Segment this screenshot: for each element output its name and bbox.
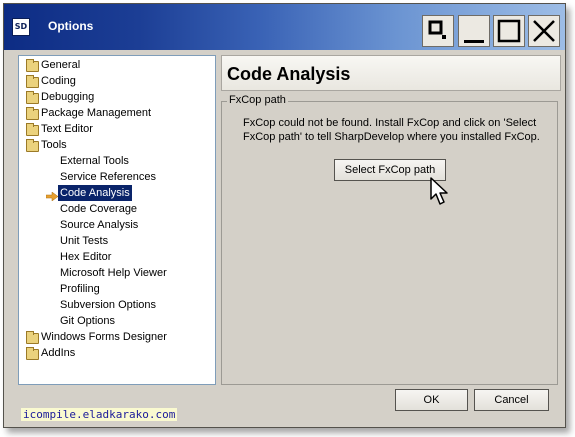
folder-icon: [26, 331, 39, 344]
tree-item-debugging[interactable]: Debugging: [39, 89, 96, 105]
tree-item-hex-editor[interactable]: Hex Editor: [58, 249, 113, 265]
tree-item-service-references[interactable]: Service References: [58, 169, 158, 185]
restore-button[interactable]: [422, 15, 454, 47]
title-bar[interactable]: SD Options: [4, 4, 565, 50]
watermark-text: icompile.eladkarako.com: [21, 408, 178, 421]
tree-item-git-options[interactable]: Git Options: [58, 313, 117, 329]
close-icon: [533, 20, 555, 42]
panel-header: Code Analysis: [221, 55, 561, 91]
minimize-icon: [464, 40, 484, 43]
ok-button[interactable]: OK: [395, 389, 468, 411]
fxcop-path-group: FxCop path FxCop could not be found. Ins…: [221, 94, 558, 385]
tree-item-profiling[interactable]: Profiling: [58, 281, 102, 297]
tree-item-general[interactable]: General: [39, 57, 82, 73]
tree-item-microsoft-help-viewer[interactable]: Microsoft Help Viewer: [58, 265, 169, 281]
cancel-button[interactable]: Cancel: [474, 389, 549, 411]
selected-arrow-icon: [46, 192, 58, 201]
folder-icon: [26, 75, 39, 88]
tree-item-code-analysis[interactable]: Code Analysis: [58, 185, 132, 201]
tree-item-external-tools[interactable]: External Tools: [58, 153, 131, 169]
fxcop-description: FxCop could not be found. Install FxCop …: [243, 117, 540, 143]
sharpdevelop-app-icon: SD: [12, 18, 30, 36]
group-legend: FxCop path: [227, 94, 288, 106]
tree-item-package-management[interactable]: Package Management: [39, 105, 153, 121]
folder-icon: [26, 347, 39, 360]
options-dialog: SD Options General Coding Debugging Pack…: [3, 3, 566, 428]
tree-item-text-editor[interactable]: Text Editor: [39, 121, 95, 137]
maximize-button[interactable]: [493, 15, 525, 47]
tree-item-unit-tests[interactable]: Unit Tests: [58, 233, 110, 249]
maximize-icon: [497, 19, 521, 43]
tree-item-code-coverage[interactable]: Code Coverage: [58, 201, 139, 217]
window-title: Options: [48, 19, 94, 33]
folder-icon: [26, 59, 39, 72]
tree-item-addins[interactable]: AddIns: [39, 345, 77, 361]
close-button[interactable]: [528, 15, 560, 47]
tree-item-coding[interactable]: Coding: [39, 73, 78, 89]
options-tree[interactable]: General Coding Debugging Package Managem…: [18, 55, 216, 385]
minimize-button[interactable]: [458, 15, 490, 47]
folder-icon: [26, 123, 39, 136]
tree-item-source-analysis[interactable]: Source Analysis: [58, 217, 140, 233]
tree-item-subversion-options[interactable]: Subversion Options: [58, 297, 158, 313]
tree-item-tools[interactable]: Tools: [39, 137, 69, 153]
panel-title: Code Analysis: [227, 64, 351, 84]
restore-icon: [428, 20, 446, 39]
folder-icon: [26, 107, 39, 120]
mouse-cursor-icon: [430, 177, 448, 205]
folder-icon: [26, 139, 39, 152]
folder-icon: [26, 91, 39, 104]
tree-item-windows-forms-designer[interactable]: Windows Forms Designer: [39, 329, 169, 345]
